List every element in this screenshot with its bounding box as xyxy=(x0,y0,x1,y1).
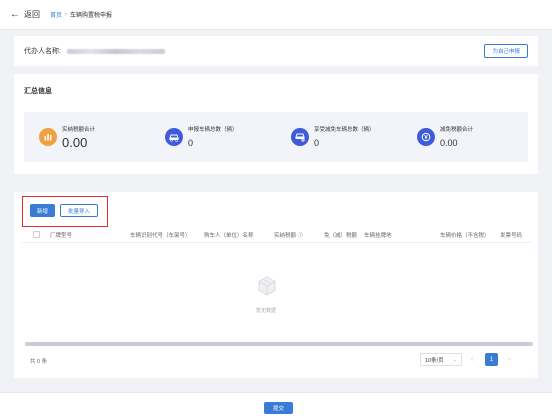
column-header: 购车人（单位）名称 xyxy=(204,233,254,239)
breadcrumb-current: 车辆购置税申报 xyxy=(70,13,113,19)
bar-chart-icon xyxy=(39,128,57,146)
total-count: 共 0 条 xyxy=(30,359,48,365)
agent-card: 代办人名称: 为自己申报 xyxy=(14,36,538,66)
breadcrumb-home[interactable]: 首页 xyxy=(50,10,62,19)
stat-label: 申报车辆总数（辆） xyxy=(188,127,238,133)
agent-name-label: 代办人名称: xyxy=(24,48,61,55)
breadcrumb-separator: › xyxy=(65,11,68,18)
column-header: 免（减）税额 xyxy=(324,233,358,239)
summary-stats: 实纳税额合计 0.00 申报车辆总数（辆） 0 % 享受减免车辆总数（辆） 0 … xyxy=(24,112,528,162)
summary-card: 汇总信息 实纳税额合计 0.00 申报车辆总数（辆） 0 % 享受减免车辆总数（… xyxy=(14,74,538,174)
prev-page-button[interactable]: ‹ xyxy=(471,356,473,363)
column-header: 厂牌型号 xyxy=(50,233,73,239)
summary-title: 汇总信息 xyxy=(24,88,52,95)
empty-state-text: 暂无数据 xyxy=(256,308,277,314)
back-arrow-icon[interactable]: ← xyxy=(10,9,20,20)
chevron-down-icon: ⌄ xyxy=(452,357,457,363)
declare-self-button[interactable]: 为自己申报 xyxy=(484,44,528,58)
table-header: 厂牌型号 车辆识别代号（车架号） 购车人（单位）名称 实纳税额 ⓘ 免（减）税额… xyxy=(22,227,532,243)
car-discount-icon: % xyxy=(291,128,309,146)
empty-box-icon xyxy=(258,276,276,296)
stat-discount-vehicle-count: % 享受减免车辆总数（辆） 0 xyxy=(276,112,402,162)
add-button[interactable]: 新增 xyxy=(30,204,55,217)
page-number-current[interactable]: 1 xyxy=(485,353,498,366)
column-header: 实纳税额 ⓘ xyxy=(274,233,304,239)
car-icon xyxy=(165,128,183,146)
vehicle-table-card: 新增 批量导入 厂牌型号 车辆识别代号（车架号） 购车人（单位）名称 实纳税额 … xyxy=(14,192,538,378)
next-page-button[interactable]: › xyxy=(508,356,510,363)
stat-discount-total: 减免税额合计 0.00 xyxy=(402,112,528,162)
column-header: 车辆识别代号（车架号） xyxy=(130,233,191,239)
stat-value: 0 xyxy=(188,138,194,148)
stat-label: 减免税额合计 xyxy=(440,127,474,133)
stat-vehicle-count: 申报车辆总数（辆） 0 xyxy=(150,112,276,162)
back-link[interactable]: 返回 xyxy=(24,9,40,20)
column-header: 车辆价格（不含税） xyxy=(440,233,490,239)
page-size-select[interactable]: 10条/页 ⌄ xyxy=(420,353,462,366)
column-header: 车辆挂牌地 xyxy=(364,233,392,239)
agent-name-redacted xyxy=(66,48,165,54)
batch-import-button[interactable]: 批量导入 xyxy=(60,204,98,217)
top-bar: ← 返回 首页 › 车辆购置税申报 xyxy=(0,0,552,30)
horizontal-scrollbar[interactable] xyxy=(25,342,533,346)
stat-value: 0.00 xyxy=(440,138,458,148)
stat-tax-total: 实纳税额合计 0.00 xyxy=(24,112,150,162)
stat-value: 0 xyxy=(314,138,320,148)
page-size-value: 10条/页 xyxy=(425,357,444,364)
select-all-checkbox[interactable] xyxy=(33,231,40,238)
submit-button[interactable]: 提交 xyxy=(264,402,293,414)
column-header: 发票号码 xyxy=(500,233,523,239)
stat-label: 实纳税额合计 xyxy=(62,127,96,133)
yen-icon xyxy=(417,128,435,146)
stat-label: 享受减免车辆总数（辆） xyxy=(314,127,375,133)
footer-bar: 提交 xyxy=(0,392,552,420)
stat-value: 0.00 xyxy=(62,135,88,150)
